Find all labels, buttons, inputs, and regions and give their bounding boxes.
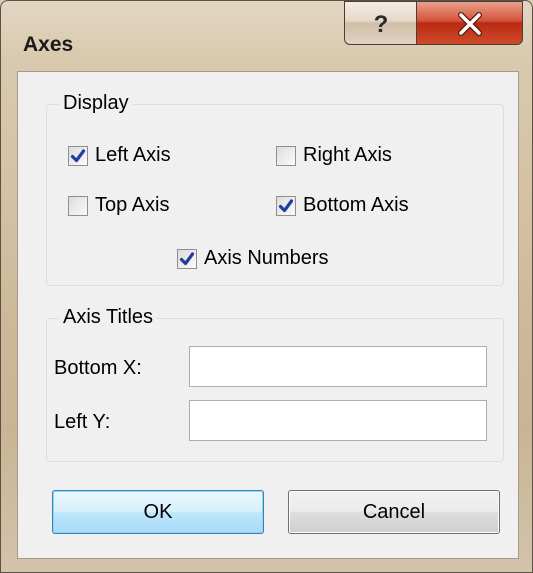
dialog-title: Axes bbox=[23, 33, 74, 56]
bottom-axis-check-box[interactable] bbox=[276, 195, 296, 216]
check-mark-icon bbox=[179, 251, 195, 265]
help-button[interactable]: ? bbox=[344, 1, 417, 45]
axis-numbers-label: Axis Numbers bbox=[204, 247, 329, 269]
bottom-x-input[interactable] bbox=[189, 346, 487, 387]
top-axis-label: Top Axis bbox=[95, 194, 170, 216]
close-icon bbox=[458, 12, 482, 36]
axis-numbers-checkbox[interactable]: Axis Numbers bbox=[177, 247, 328, 270]
cancel-button[interactable]: Cancel bbox=[288, 490, 500, 534]
close-button[interactable] bbox=[416, 1, 523, 45]
dialog-client-area: Display Left Axis Right Axis Top Axis Bo… bbox=[17, 71, 519, 559]
check-mark-icon bbox=[278, 198, 294, 212]
ok-button[interactable]: OK bbox=[52, 490, 264, 534]
bottom-axis-checkbox[interactable]: Bottom Axis bbox=[276, 194, 409, 217]
right-axis-label: Right Axis bbox=[303, 144, 392, 166]
left-axis-check-box[interactable] bbox=[68, 145, 88, 166]
help-icon: ? bbox=[374, 11, 389, 38]
left-axis-label: Left Axis bbox=[95, 144, 171, 166]
right-axis-check-box[interactable] bbox=[276, 145, 296, 166]
axis-titles-group-label: Axis Titles bbox=[59, 306, 158, 329]
check-mark-icon bbox=[70, 148, 86, 162]
left-y-input[interactable] bbox=[189, 400, 487, 441]
left-y-label: Left Y: bbox=[54, 411, 111, 433]
top-axis-check-box[interactable] bbox=[68, 195, 88, 216]
display-group-label: Display bbox=[59, 92, 133, 115]
top-axis-checkbox[interactable]: Top Axis bbox=[68, 194, 169, 217]
right-axis-checkbox[interactable]: Right Axis bbox=[276, 144, 392, 167]
axes-dialog: Axes ? Display Left Axis Right Axis Top … bbox=[0, 0, 533, 573]
bottom-x-label: Bottom X: bbox=[54, 357, 142, 379]
left-axis-checkbox[interactable]: Left Axis bbox=[68, 144, 171, 167]
axis-numbers-check-box[interactable] bbox=[177, 248, 197, 269]
help-glyph: ? bbox=[374, 11, 389, 38]
bottom-axis-label: Bottom Axis bbox=[303, 194, 409, 216]
